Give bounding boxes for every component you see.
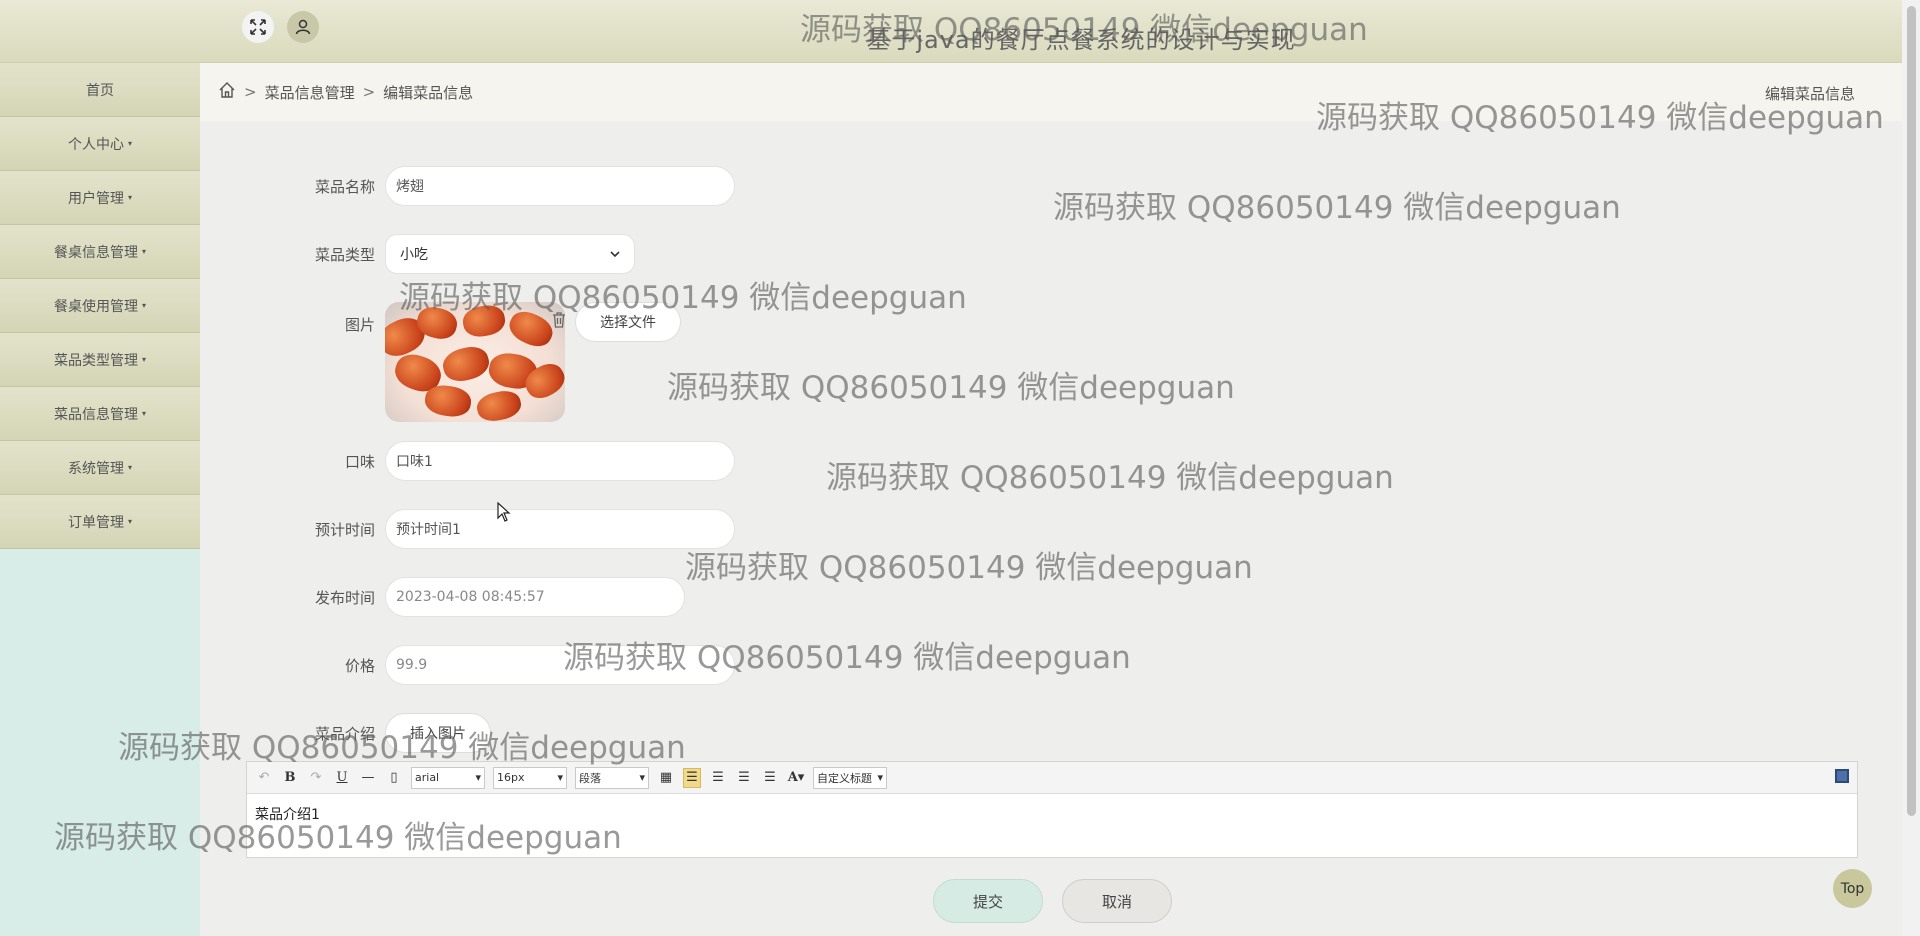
type-label: 菜品类型 xyxy=(314,245,375,264)
name-label: 菜品名称 xyxy=(314,177,375,196)
chevron-down-icon xyxy=(610,246,620,262)
caret-down-icon: ▾ xyxy=(639,771,645,784)
sidebar-item-label: 系统管理 xyxy=(67,460,124,477)
dish-type-select[interactable]: 小吃 xyxy=(385,234,635,274)
home-icon[interactable] xyxy=(218,81,236,103)
rich-text-editor: ↶ B ↷ U — ▯ arial ▾ 16px ▾ 段落 ▾ ▦ ☰ ☰ ☰ ☰ A… xyxy=(246,761,1858,858)
sidebar-item-label: 菜品类型管理 xyxy=(53,352,138,369)
sidebar-item-orders[interactable]: 订单管理 ▾ xyxy=(0,495,200,549)
caret-down-icon: ▾ xyxy=(141,355,146,364)
sidebar-item-personal-center[interactable]: 个人中心 ▾ xyxy=(0,117,200,171)
paragraph-value: 段落 xyxy=(579,771,601,785)
taste-input[interactable]: 口味1 xyxy=(385,441,735,481)
sidebar-item-label: 菜品信息管理 xyxy=(53,406,138,423)
sidebar-item-label: 首页 xyxy=(86,82,114,99)
document-icon[interactable]: ▯ xyxy=(385,768,403,788)
site-title: 基于java的餐厅点餐系统的设计与实现 xyxy=(866,26,1296,54)
price-label: 价格 xyxy=(344,656,375,675)
form-row-time: 预计时间 预计时间1 xyxy=(200,509,735,549)
underline-icon[interactable]: U xyxy=(333,768,351,788)
trash-icon[interactable] xyxy=(551,311,567,332)
price-input[interactable]: 99.9 xyxy=(385,645,735,685)
form-row-taste: 口味 口味1 xyxy=(200,441,735,481)
font-color-icon[interactable]: A▾ xyxy=(787,768,805,788)
sidebar-item-dish-info[interactable]: 菜品信息管理 ▾ xyxy=(0,387,200,441)
editor-toolbar: ↶ B ↷ U — ▯ arial ▾ 16px ▾ 段落 ▾ ▦ ☰ ☰ ☰ ☰ A… xyxy=(247,762,1857,794)
mouse-cursor-icon xyxy=(497,501,511,526)
bold-icon[interactable]: B xyxy=(281,768,299,788)
caret-down-icon: ▾ xyxy=(127,463,132,472)
paragraph-select[interactable]: 段落 ▾ xyxy=(575,766,649,789)
sidebar: 首页 个人中心 ▾ 用户管理 ▾ 餐桌信息管理 ▾ 餐桌使用管理 ▾ 菜品类型管理 ▾ 菜… xyxy=(0,63,200,936)
form-row-intro: 菜品介绍 插入图片 xyxy=(200,713,491,753)
sidebar-item-system[interactable]: 系统管理 ▾ xyxy=(0,441,200,495)
custom-title-value: 自定义标题 xyxy=(817,771,872,785)
breadcrumb-separator: > xyxy=(362,83,376,101)
sidebar-item-label: 餐桌使用管理 xyxy=(53,298,138,315)
fullscreen-icon[interactable] xyxy=(1835,769,1849,783)
sidebar-item-label: 订单管理 xyxy=(67,514,124,531)
scrollbar[interactable] xyxy=(1902,0,1920,936)
custom-title-select[interactable]: 自定义标题 ▾ xyxy=(813,766,887,789)
publish-time-input[interactable]: 2023-04-08 08:45:57 xyxy=(385,577,685,617)
breadcrumb-separator: > xyxy=(244,83,257,101)
submit-button[interactable]: 提交 xyxy=(933,879,1043,923)
estimated-time-input[interactable]: 预计时间1 xyxy=(385,509,735,549)
form-row-image: 图片 选择文件 xyxy=(200,302,681,422)
align-right-icon[interactable]: ☰ xyxy=(709,768,727,788)
sidebar-item-label: 个人中心 xyxy=(67,136,124,153)
form-row-name: 菜品名称 烤翅 xyxy=(200,166,735,206)
caret-down-icon: ▾ xyxy=(141,409,146,418)
sidebar-item-table-usage[interactable]: 餐桌使用管理 ▾ xyxy=(0,279,200,333)
dish-type-value: 小吃 xyxy=(400,247,428,263)
caret-down-icon: ▾ xyxy=(141,301,146,310)
font-family-select[interactable]: arial ▾ xyxy=(411,766,485,789)
form-row-type: 菜品类型 小吃 xyxy=(200,234,635,274)
font-size-select[interactable]: 16px ▾ xyxy=(493,766,567,789)
font-size-value: 16px xyxy=(497,771,525,784)
sidebar-item-users[interactable]: 用户管理 ▾ xyxy=(0,171,200,225)
align-left-icon[interactable]: ☰ xyxy=(683,767,701,788)
breadcrumb: > 菜品信息管理 > 编辑菜品信息 编辑菜品信息 xyxy=(200,63,1902,121)
form-row-price: 价格 99.9 xyxy=(200,645,735,685)
choose-file-button[interactable]: 选择文件 xyxy=(575,302,681,342)
scrollbar-thumb[interactable] xyxy=(1907,6,1916,816)
caret-down-icon: ▾ xyxy=(877,771,883,784)
caret-down-icon: ▾ xyxy=(127,517,132,526)
breadcrumb-edit-dish: 编辑菜品信息 xyxy=(383,83,474,102)
undo-icon[interactable]: ↶ xyxy=(255,768,273,788)
time-label: 预计时间 xyxy=(314,520,375,539)
page-title: 编辑菜品信息 xyxy=(1764,85,1855,103)
font-family-value: arial xyxy=(415,771,440,784)
breadcrumb-dish-info[interactable]: 菜品信息管理 xyxy=(265,82,355,103)
caret-down-icon: ▾ xyxy=(141,247,146,256)
horizontal-rule-icon[interactable]: — xyxy=(359,768,377,788)
align-center-icon[interactable]: ☰ xyxy=(735,768,753,788)
caret-down-icon: ▾ xyxy=(557,771,563,784)
main-content: 菜品名称 烤翅 菜品类型 小吃 图片 选择文件 口味 口味1 预计时间 预计时间… xyxy=(200,121,1902,936)
taste-label: 口味 xyxy=(344,452,375,471)
caret-down-icon: ▾ xyxy=(127,193,132,202)
publish-label: 发布时间 xyxy=(314,588,375,607)
sidebar-item-label: 餐桌信息管理 xyxy=(53,244,138,261)
sidebar-item-dish-types[interactable]: 菜品类型管理 ▾ xyxy=(0,333,200,387)
redo-icon[interactable]: ↷ xyxy=(307,768,325,788)
image-label: 图片 xyxy=(344,316,375,334)
dish-name-input[interactable]: 烤翅 xyxy=(385,166,735,206)
back-to-top-button[interactable]: Top xyxy=(1833,869,1872,908)
table-icon[interactable]: ▦ xyxy=(657,768,675,788)
sidebar-item-label: 用户管理 xyxy=(67,190,124,207)
align-justify-icon[interactable]: ☰ xyxy=(761,768,779,788)
caret-down-icon: ▾ xyxy=(127,139,132,148)
insert-image-button[interactable]: 插入图片 xyxy=(385,713,491,753)
caret-down-icon: ▾ xyxy=(475,771,481,784)
sidebar-item-table-info[interactable]: 餐桌信息管理 ▾ xyxy=(0,225,200,279)
dish-image xyxy=(385,302,565,422)
cancel-button[interactable]: 取消 xyxy=(1062,879,1172,923)
intro-label: 菜品介绍 xyxy=(314,724,375,743)
form-row-publish: 发布时间 2023-04-08 08:45:57 xyxy=(200,577,685,617)
editor-content[interactable]: 菜品介绍1 xyxy=(247,794,1857,834)
sidebar-item-home[interactable]: 首页 xyxy=(0,63,200,117)
top-header: 基于java的餐厅点餐系统的设计与实现 xyxy=(0,0,1902,63)
